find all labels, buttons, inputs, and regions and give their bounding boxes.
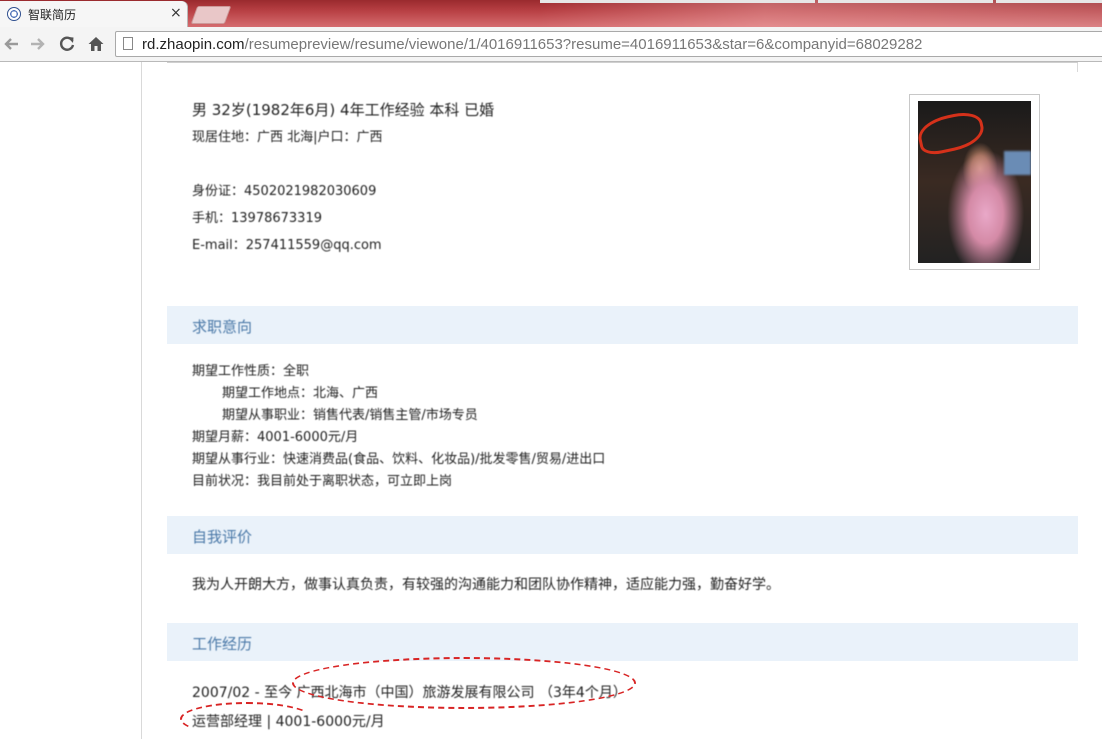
profile-photo xyxy=(918,101,1031,263)
reload-button[interactable] xyxy=(56,33,78,55)
browser-toolbar: rd.zhaopin.com/resumepreview/resume/view… xyxy=(0,27,1102,62)
close-tab-icon[interactable]: × xyxy=(170,5,182,21)
profile-photo-frame xyxy=(909,94,1040,270)
back-arrow-icon xyxy=(4,38,18,50)
tab-title: 智联简历 xyxy=(28,8,77,22)
phone-line: 手机：13978673319 xyxy=(192,211,322,226)
back-button[interactable] xyxy=(0,33,22,55)
tab-strip: 智联简历 × xyxy=(0,0,1102,27)
intention-row: 期望从事行业：快速消费品(食品、饮料、化妆品)/批发零售/贸易/进出口 xyxy=(192,452,606,467)
red-annotation-ellipse xyxy=(292,657,636,709)
url-host: rd.zhaopin.com xyxy=(142,36,245,53)
forward-button[interactable] xyxy=(27,33,49,55)
email-line[interactable]: E-mail：257411559@qq.com xyxy=(192,234,382,253)
resume-page: 男 32岁(1982年6月) 4年工作经验 本科 已婚 现居住地：广西 北海|户… xyxy=(0,62,1102,739)
section-title-intention: 求职意向 xyxy=(192,318,253,336)
section-title-work-experience: 工作经历 xyxy=(192,635,253,653)
self-evaluation-text: 我为人开朗大方，做事认真负责，有较强的沟通能力和团队协作精神，适应能力强，勤奋好… xyxy=(192,577,780,593)
page-icon xyxy=(123,37,133,50)
address-bar[interactable]: rd.zhaopin.com/resumepreview/resume/view… xyxy=(115,31,1102,57)
browser-tab-active[interactable]: 智联简历 × xyxy=(0,1,187,27)
page-border-left xyxy=(141,62,142,739)
intention-row: 目前状况：我目前处于离职状态，可立即上岗 xyxy=(192,474,453,489)
tab-strip-highlight xyxy=(818,0,993,3)
intention-row: 期望工作地点：北海、广西 xyxy=(222,386,379,401)
tab-strip-highlight xyxy=(996,0,1102,3)
reload-icon xyxy=(59,36,75,51)
header-box-bottom-border xyxy=(167,62,1078,63)
url-text[interactable]: rd.zhaopin.com/resumepreview/resume/view… xyxy=(142,36,922,53)
id-number-line: 身份证：4502021982030609 xyxy=(192,184,377,199)
tab-strip-highlight xyxy=(540,0,815,3)
red-annotation-mark xyxy=(180,702,314,736)
basic-info-line: 男 32岁(1982年6月) 4年工作经验 本科 已婚 xyxy=(192,101,495,119)
section-header-self-evaluation: 自我评价 xyxy=(167,516,1078,554)
location-line: 现居住地：广西 北海|户口：广西 xyxy=(192,130,383,145)
home-button[interactable] xyxy=(85,33,107,55)
home-icon xyxy=(88,37,104,51)
forward-arrow-icon xyxy=(31,38,45,50)
new-tab-button[interactable] xyxy=(190,6,232,24)
intention-row: 期望月薪：4001-6000元/月 xyxy=(192,430,359,445)
section-header-intention: 求职意向 xyxy=(167,306,1078,344)
section-title-self-evaluation: 自我评价 xyxy=(192,528,253,546)
page-border-right xyxy=(1077,62,1078,72)
intention-row: 期望工作性质：全职 xyxy=(192,364,310,379)
intention-row: 期望从事职业：销售代表/销售主管/市场专员 xyxy=(222,408,478,423)
zhaopin-favicon-icon xyxy=(7,7,21,21)
section-header-work-experience: 工作经历 xyxy=(167,623,1078,661)
url-path: /resumepreview/resume/viewone/1/40169116… xyxy=(244,36,923,53)
